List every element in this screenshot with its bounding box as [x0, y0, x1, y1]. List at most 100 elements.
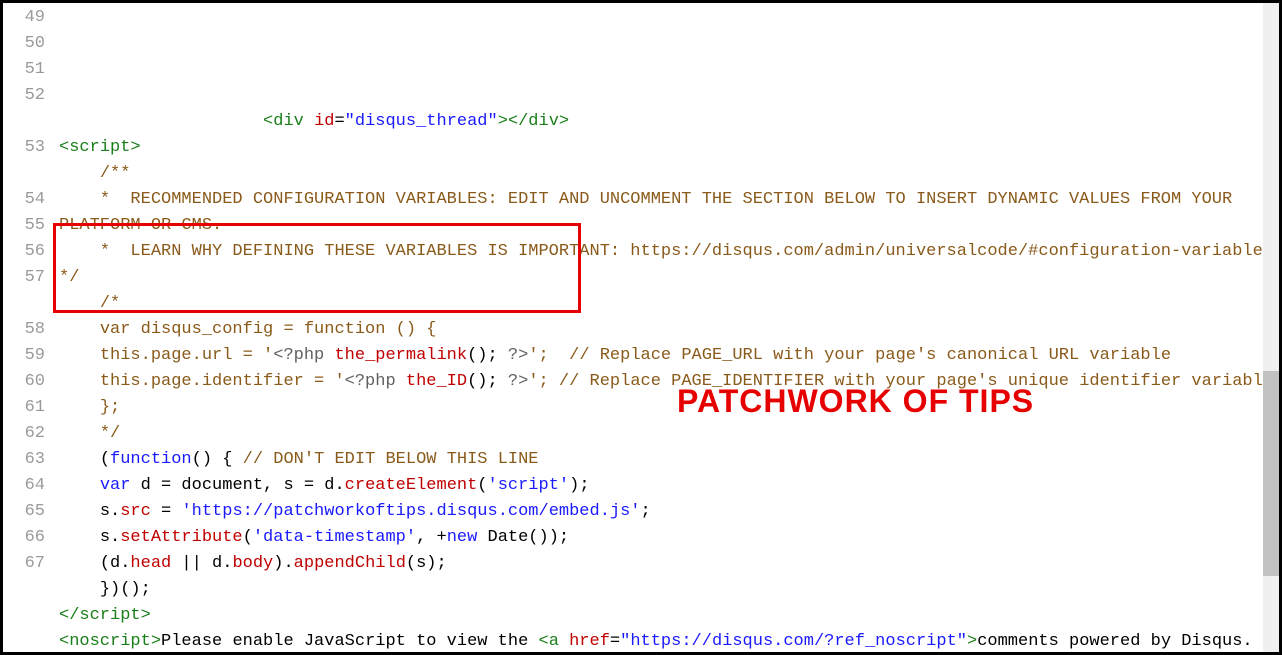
code-line[interactable]: */: [59, 421, 1279, 447]
code-token: comments powered by Disqus.: [977, 632, 1252, 651]
code-token: /*: [59, 294, 120, 313]
line-number: 58: [3, 317, 45, 343]
code-token: (: [59, 450, 110, 469]
code-token: d = document, s = d.: [130, 476, 344, 495]
code-line[interactable]: <script>: [59, 135, 1279, 161]
code-token: <script>: [59, 138, 141, 157]
code-line[interactable]: /*: [59, 291, 1279, 317]
code-token: || d.: [171, 554, 232, 573]
code-token: [59, 476, 100, 495]
scrollbar-thumb[interactable]: [1263, 371, 1279, 576]
code-token: */: [59, 424, 120, 443]
code-token: 'https://patchworkoftips.disqus.com/embe…: [181, 502, 640, 521]
line-number: 49: [3, 5, 45, 31]
code-token: (d.: [59, 554, 130, 573]
line-number: 55: [3, 213, 45, 239]
code-token: ).: [273, 554, 293, 573]
code-token: [59, 112, 263, 131]
code-token: [304, 112, 314, 131]
code-token: (: [477, 476, 487, 495]
code-token: var disqus_config = function () {: [59, 320, 436, 339]
code-token: body: [232, 554, 273, 573]
code-token: (: [243, 528, 253, 547]
code-token: ();: [467, 372, 498, 391]
code-token: (s);: [406, 554, 447, 573]
line-number: 62: [3, 421, 45, 447]
code-token: src: [120, 502, 151, 521]
code-token: <?php: [273, 346, 324, 365]
code-token: ();: [467, 346, 498, 365]
code-line[interactable]: var d = document, s = d.createElement('s…: [59, 473, 1279, 499]
code-line[interactable]: /**: [59, 161, 1279, 187]
code-token: };: [59, 398, 120, 417]
code-line[interactable]: * RECOMMENDED CONFIGURATION VARIABLES: E…: [59, 187, 1279, 239]
code-token: >: [967, 632, 977, 651]
code-line[interactable]: * LEARN WHY DEFINING THESE VARIABLES IS …: [59, 239, 1279, 291]
code-line[interactable]: s.src = 'https://patchworkoftips.disqus.…: [59, 499, 1279, 525]
code-token: s.: [59, 528, 120, 547]
line-number: 52: [3, 83, 45, 109]
line-number: 66: [3, 525, 45, 551]
code-token: <div: [263, 112, 304, 131]
code-line[interactable]: s.setAttribute('data-timestamp', +new Da…: [59, 525, 1279, 551]
code-token: ?>: [508, 346, 528, 365]
code-token: Date());: [477, 528, 569, 547]
line-number-wrap-spacer: [3, 161, 45, 187]
line-number: 60: [3, 369, 45, 395]
code-token: var: [100, 476, 131, 495]
code-line[interactable]: (function() { // DON'T EDIT BELOW THIS L…: [59, 447, 1279, 473]
line-number-wrap-spacer: [3, 291, 45, 317]
code-token: the_permalink: [334, 346, 467, 365]
code-line[interactable]: <noscript>Please enable JavaScript to vi…: [59, 629, 1279, 652]
line-number: 54: [3, 187, 45, 213]
line-number-wrap-spacer: [3, 109, 45, 135]
code-token: appendChild: [294, 554, 406, 573]
code-token: })();: [59, 580, 151, 599]
code-token: /**: [59, 164, 130, 183]
code-token: s.: [59, 502, 120, 521]
code-token: ></div>: [498, 112, 569, 131]
code-line[interactable]: </script>: [59, 603, 1279, 629]
scrollbar-track[interactable]: [1263, 3, 1279, 652]
code-line[interactable]: var disqus_config = function () {: [59, 317, 1279, 343]
code-token: <noscript>: [59, 632, 161, 651]
code-token: =: [151, 502, 182, 521]
line-number-gutter: 49505152535455565758596061626364656667: [3, 3, 53, 652]
code-token: * RECOMMENDED CONFIGURATION VARIABLES: E…: [59, 190, 1242, 235]
line-number: 53: [3, 135, 45, 161]
code-line[interactable]: this.page.identifier = '<?php the_ID(); …: [59, 369, 1279, 395]
code-line[interactable]: this.page.url = '<?php the_permalink(); …: [59, 343, 1279, 369]
code-line[interactable]: (d.head || d.body).appendChild(s);: [59, 551, 1279, 577]
code-token: the_ID: [406, 372, 467, 391]
code-token: [498, 372, 508, 391]
code-token: ;: [641, 502, 651, 521]
code-token: new: [447, 528, 478, 547]
line-number: 61: [3, 395, 45, 421]
code-token: [559, 632, 569, 651]
code-token: [324, 346, 334, 365]
code-token: * LEARN WHY DEFINING THESE VARIABLES IS …: [59, 242, 1279, 287]
code-token: </script>: [59, 606, 151, 625]
code-token: () {: [192, 450, 233, 469]
code-token: <a: [539, 632, 559, 651]
code-token: <?php: [345, 372, 396, 391]
line-number: 50: [3, 31, 45, 57]
code-token: '; // Replace PAGE_IDENTIFIER with your …: [528, 372, 1273, 391]
code-token: "disqus_thread": [345, 112, 498, 131]
code-token: Please enable JavaScript to view the: [161, 632, 538, 651]
code-line[interactable]: };: [59, 395, 1279, 421]
line-number: 57: [3, 265, 45, 291]
line-number: 67: [3, 551, 45, 577]
code-token: "https://disqus.com/?ref_noscript": [620, 632, 967, 651]
code-line[interactable]: <div id="disqus_thread"></div>: [59, 109, 1279, 135]
code-token: '; // Replace PAGE_URL with your page's …: [528, 346, 1171, 365]
code-token: id: [314, 112, 334, 131]
code-token: this.page.url = ': [59, 346, 273, 365]
code-line[interactable]: })();: [59, 577, 1279, 603]
line-number-wrap-spacer: [3, 577, 45, 603]
code-area[interactable]: <div id="disqus_thread"></div><script> /…: [53, 3, 1279, 652]
code-token: =: [610, 632, 620, 651]
code-editor[interactable]: 49505152535455565758596061626364656667 <…: [3, 3, 1279, 652]
code-token: setAttribute: [120, 528, 242, 547]
code-token: );: [569, 476, 589, 495]
